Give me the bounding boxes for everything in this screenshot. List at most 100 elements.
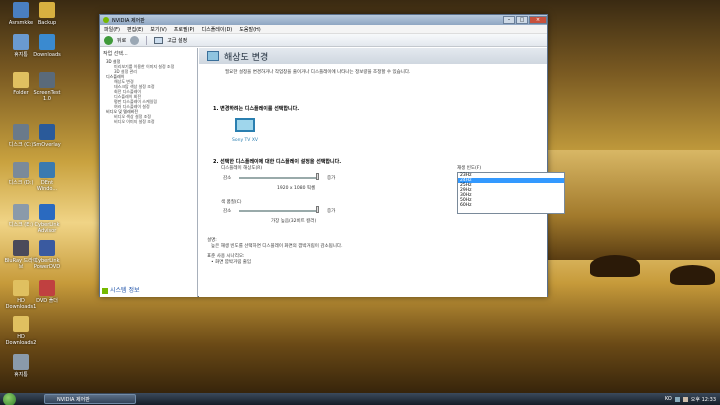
forward-arrow-icon[interactable] (130, 35, 140, 45)
desktop-item-icon (39, 240, 55, 256)
desktop-item-icon (13, 240, 29, 256)
desktop-item-icon (39, 280, 55, 296)
back-arrow-icon[interactable] (104, 35, 113, 45)
desktop-icon-label: 휴지통 (14, 372, 28, 378)
resolution-low-label: 감소 (223, 176, 232, 181)
menu-item[interactable]: 보기(V) (150, 26, 167, 33)
wallpaper-sea (540, 150, 720, 260)
monitor-icon[interactable] (235, 118, 255, 132)
info-icon (102, 287, 108, 294)
desktop-icon[interactable]: 휴지통 (4, 354, 38, 378)
color-value: 가장 높음(32비트 컬러) (271, 219, 317, 224)
desktop-icon-label: SmOverlay (33, 142, 61, 148)
desktop-item-icon (13, 2, 29, 18)
desktop-icon-label: CyberLink PowerDVD (33, 258, 61, 270)
desktop-item-icon (13, 162, 29, 178)
menu-bar: 파일(F) 편집(E) 보기(V) 프로필(P) 디스플레이(D) 도움말(H) (100, 25, 547, 34)
color-high-label: 증가 (327, 209, 336, 214)
system-info-label: 시스템 정보 (110, 287, 140, 294)
start-button[interactable] (3, 392, 16, 405)
desktop-icon-label: Folder (13, 90, 29, 96)
color-slider-thumb[interactable] (316, 206, 319, 213)
desktop-item-icon (39, 162, 55, 178)
network-icon[interactable] (674, 396, 680, 402)
task-pane-header: 작업 선택... (103, 51, 128, 57)
advanced-settings-button[interactable]: 고급 설정 (167, 37, 187, 44)
taskbar-task-label: NVIDIA 제어판 (57, 396, 90, 403)
system-info-link[interactable]: 시스템 정보 (102, 285, 140, 294)
menu-item[interactable]: 편집(E) (127, 26, 143, 33)
maximize-button[interactable]: □ (516, 16, 528, 24)
desktop-icon-label: CyberLink Advisor (34, 222, 60, 234)
nvidia-control-panel-window: NVIDIA 제어판 – □ × 파일(F) 편집(E) 보기(V) 프로필(P) 디스… (99, 14, 565, 297)
desktop-icon-label: HD Downloads2 (5, 334, 37, 346)
desktop-item-icon (13, 34, 29, 50)
close-button[interactable]: × (529, 16, 547, 24)
refresh-rate-option[interactable]: 60Hz (458, 203, 564, 208)
section-select-display: 1. 변경하려는 디스플레이를 선택합니다. (213, 106, 300, 112)
desktop-icon[interactable]: DVD 폴더 (30, 280, 64, 304)
window-titlebar[interactable]: NVIDIA 제어판 – □ × (100, 15, 547, 25)
color-quality-label: 색 품질(C) (221, 200, 242, 205)
monitor-label[interactable]: Sony TV XV (232, 138, 258, 143)
desktop-item-icon (13, 354, 29, 370)
desktop-icon[interactable]: Backup (30, 2, 64, 26)
desktop-icon-label: Backup (37, 20, 57, 26)
resolution-high-label: 증가 (327, 176, 336, 181)
content-pane: 해상도 변경 필요한 설정을 변경하거나 작업창을 줄이거나 디스플레이에 나타… (199, 48, 565, 297)
resolution-label: 디스플레이 해상도(R) (221, 166, 263, 171)
wallpaper-rock (590, 255, 640, 277)
menu-item[interactable]: 프로필(P) (174, 26, 195, 33)
desktop-icon-label: ScreenTest 1.0 (33, 90, 61, 102)
desktop-icon-label: Downloads (33, 52, 61, 58)
page-title: 해상도 변경 (224, 52, 269, 63)
desktop-icon-label: DEnt Windo... (36, 180, 58, 192)
desktop-icon[interactable]: Downloads (30, 34, 64, 58)
wallpaper-rock (670, 265, 715, 285)
desktop-item-icon (13, 124, 29, 140)
taskbar-nvidia-button[interactable]: NVIDIA 제어판 (44, 394, 136, 404)
volume-icon[interactable] (682, 396, 688, 402)
page-description: 필요한 설정을 변경하거나 작업창을 줄이거나 디스플레이에 나타나는 정보량을… (225, 70, 411, 75)
typical-usage-item: • 화면 깜박거림 줄임 (211, 260, 252, 265)
desktop-item-icon (13, 72, 29, 88)
system-tray: KO 오후 12:33 (665, 396, 716, 403)
nvidia-logo-icon (103, 17, 109, 23)
menu-item[interactable]: 디스플레이(D) (202, 26, 233, 33)
clock[interactable]: 오후 12:33 (691, 396, 716, 403)
desktop-item-icon (39, 34, 55, 50)
desktop-item-icon (39, 124, 55, 140)
task-tree: 3D 설정 미리보기를 이용한 이미지 설정 조정 3D 설정 관리 디스플레이 해상도… (100, 59, 197, 124)
tree-item[interactable]: 비디오 이미지 설정 조정 (106, 119, 197, 124)
view-icon[interactable] (154, 36, 164, 44)
toolbar-divider (146, 35, 148, 45)
color-slider[interactable] (239, 210, 319, 212)
color-low-label: 감소 (223, 209, 232, 214)
resolution-slider-thumb[interactable] (316, 173, 319, 180)
desktop-icon[interactable]: SmOverlay (30, 124, 64, 148)
desktop-item-icon (13, 316, 29, 332)
resolution-slider[interactable] (239, 177, 319, 179)
language-indicator[interactable]: KO (665, 396, 672, 402)
page-banner: 해상도 변경 (199, 48, 547, 64)
desktop-icon[interactable]: ScreenTest 1.0 (30, 72, 64, 102)
refresh-rate-label: 재생 빈도(F) (457, 166, 482, 171)
task-pane: 작업 선택... 3D 설정 미리보기를 이용한 이미지 설정 조정 3D 설정 관… (100, 48, 198, 297)
back-button[interactable]: 뒤로 (117, 37, 126, 44)
desktop-item-icon (39, 204, 55, 220)
resolution-value: 1920 x 1080 픽셀 (277, 186, 316, 191)
desktop-icon[interactable]: DEnt Windo... (30, 162, 64, 192)
menu-item[interactable]: 도움말(H) (239, 26, 260, 33)
minimize-button[interactable]: – (503, 16, 515, 24)
display-icon (207, 51, 219, 61)
desktop-icon[interactable]: CyberLink Advisor (30, 204, 64, 234)
taskbar: NVIDIA 제어판 KO 오후 12:33 (0, 392, 720, 405)
toolbar: 뒤로 고급 설정 (100, 34, 547, 47)
window-title: NVIDIA 제어판 (112, 17, 145, 24)
refresh-rate-list[interactable]: 23Hz 24Hz 25Hz 29Hz 30Hz 50Hz 60Hz (457, 172, 565, 214)
desktop-icon-label: DVD 폴더 (36, 298, 58, 304)
menu-item[interactable]: 파일(F) (104, 26, 120, 33)
desktop-icon-label: 휴지통 (14, 52, 28, 58)
desktop-icon[interactable]: HD Downloads2 (4, 316, 38, 346)
desktop-icon[interactable]: CyberLink PowerDVD (30, 240, 64, 270)
